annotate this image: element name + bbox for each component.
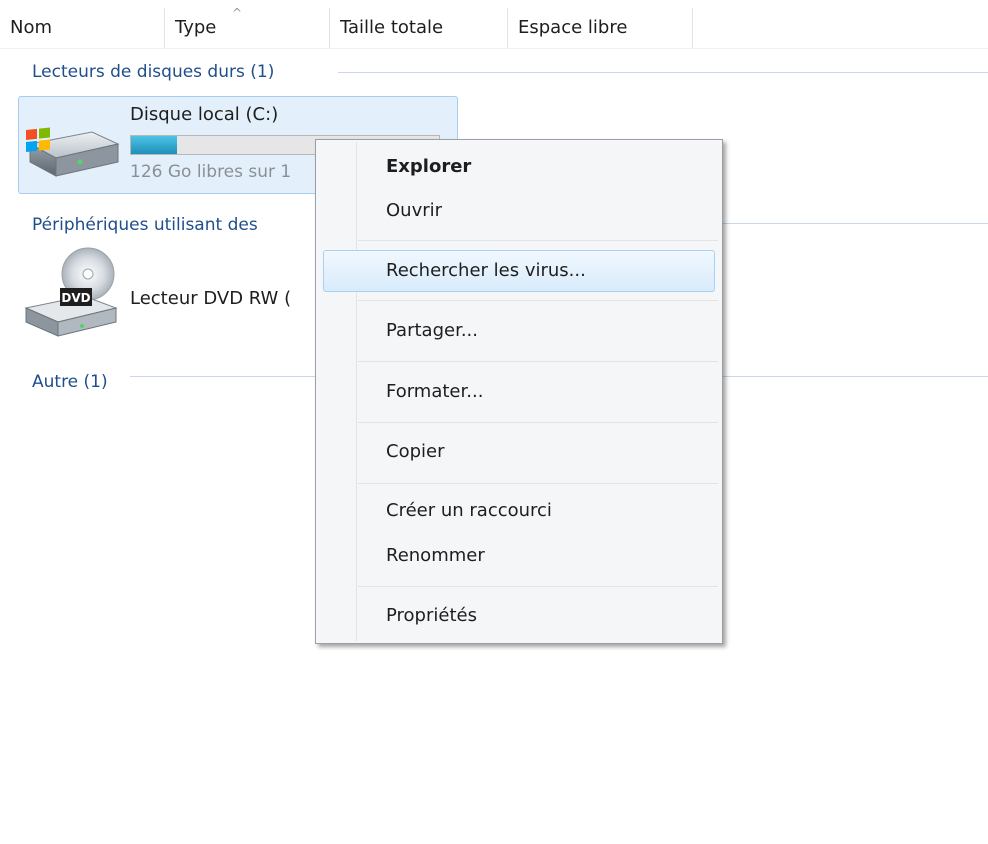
group-removable-devices[interactable]: Périphériques utilisant des xyxy=(32,212,258,238)
menu-item-scan-virus[interactable]: Rechercher les virus... xyxy=(386,258,586,284)
context-menu: Explorer Ouvrir Rechercher les virus... … xyxy=(315,139,723,644)
menu-item-share[interactable]: Partager... xyxy=(386,318,478,344)
svg-text:DVD: DVD xyxy=(61,291,90,305)
drive-name-dvd[interactable]: Lecteur DVD RW ( xyxy=(130,288,291,309)
menu-item-format[interactable]: Formater... xyxy=(386,379,483,405)
menu-separator xyxy=(358,240,718,241)
menu-item-rename[interactable]: Renommer xyxy=(386,543,485,569)
column-header-name[interactable]: Nom xyxy=(0,8,165,48)
menu-item-properties[interactable]: Propriétés xyxy=(386,603,477,629)
drive-free-space-text: 126 Go libres sur 1 xyxy=(130,162,292,182)
menu-separator xyxy=(358,483,718,484)
menu-item-copy[interactable]: Copier xyxy=(386,439,444,465)
column-header-free-space[interactable]: Espace libre xyxy=(508,8,693,48)
hard-drive-windows-icon xyxy=(22,122,122,184)
column-header-total-size[interactable]: Taille totale xyxy=(330,8,508,48)
menu-separator xyxy=(358,361,718,362)
menu-gutter xyxy=(356,142,357,641)
header-divider xyxy=(0,48,988,49)
group-divider xyxy=(338,72,988,73)
menu-item-open[interactable]: Ouvrir xyxy=(386,198,442,224)
group-divider xyxy=(722,223,988,224)
column-header-type[interactable]: Type xyxy=(165,8,330,48)
menu-separator xyxy=(358,586,718,587)
menu-item-explore[interactable]: Explorer xyxy=(386,154,471,180)
column-header-bar: Nom Type ^ Taille totale Espace libre xyxy=(0,6,988,49)
dvd-drive-icon: DVD xyxy=(20,246,120,338)
group-other[interactable]: Autre (1) xyxy=(32,369,108,395)
sort-up-icon: ^ xyxy=(232,6,243,20)
menu-separator xyxy=(358,422,718,423)
menu-separator xyxy=(358,300,718,301)
group-hard-drives[interactable]: Lecteurs de disques durs (1) xyxy=(32,59,274,85)
menu-item-create-shortcut[interactable]: Créer un raccourci xyxy=(386,498,552,524)
drive-usage-fill xyxy=(131,136,178,154)
drive-name-local-disk: Disque local (C:) xyxy=(130,104,279,125)
